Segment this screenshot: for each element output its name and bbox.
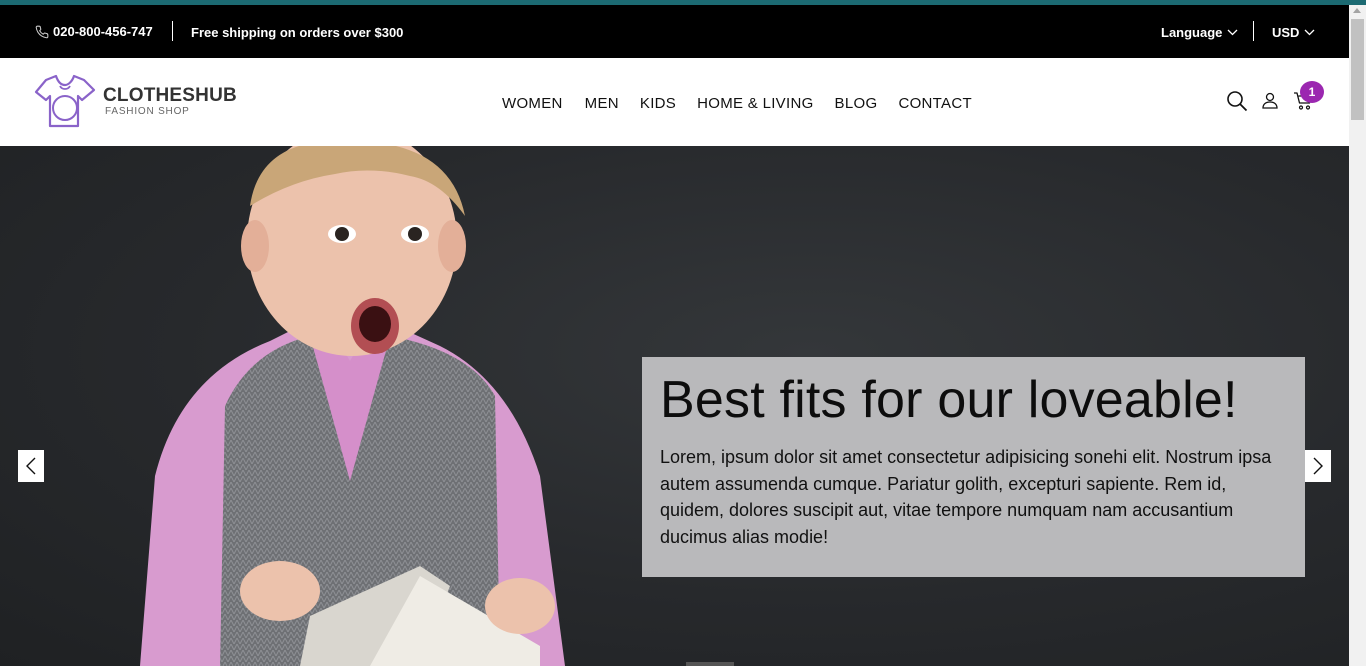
slider-prev-button[interactable] [18, 450, 44, 482]
divider [172, 21, 173, 41]
menu-item-home-living[interactable]: HOME & LIVING [697, 95, 813, 112]
divider [1253, 21, 1254, 41]
slider-next-button[interactable] [1305, 450, 1331, 482]
chevron-down-icon [1227, 29, 1238, 36]
top-bar: 020-800-456-747 Free shipping on orders … [0, 5, 1349, 58]
hero-text: Lorem, ipsum dolor sit amet consectetur … [660, 447, 1272, 547]
tshirt-logo-icon [34, 74, 96, 128]
logo-name: CLOTHESHUB [103, 85, 237, 106]
logo-subtitle: FASHION SHOP [105, 106, 190, 117]
chevron-right-icon [1313, 457, 1323, 475]
language-label: Language [1161, 25, 1223, 40]
menu-item-contact[interactable]: CONTACT [898, 95, 971, 112]
hero-caption: Best fits for our loveable! Lorem, ipsum… [642, 357, 1305, 577]
currency-dropdown[interactable]: USD [1272, 25, 1315, 40]
menu-item-kids[interactable]: KIDS [640, 95, 676, 112]
menu-item-blog[interactable]: BLOG [835, 95, 878, 112]
scrollbar-thumb[interactable] [1351, 19, 1364, 120]
shipping-notice: Free shipping on orders over $300 [191, 25, 404, 40]
phone-number: 020-800-456-747 [53, 24, 153, 39]
slider-indicator[interactable] [686, 662, 734, 666]
chevron-left-icon [26, 457, 36, 475]
menu-item-men[interactable]: MEN [585, 95, 619, 112]
search-icon[interactable] [1226, 90, 1248, 112]
logo[interactable]: CLOTHESHUB FASHION SHOP [34, 74, 237, 130]
currency-label: USD [1272, 25, 1300, 40]
user-icon[interactable] [1262, 92, 1278, 109]
chevron-down-icon [1304, 29, 1315, 36]
phone-contact[interactable]: 020-800-456-747 [35, 24, 153, 39]
language-dropdown[interactable]: Language [1161, 25, 1238, 40]
scroll-up-arrow-icon[interactable] [1353, 8, 1361, 13]
main-menu: WOMEN MEN KIDS HOME & LIVING BLOG CONTAC… [502, 95, 972, 112]
hero-title: Best fits for our loveable! [660, 371, 1238, 429]
cart-count-badge: 1 [1300, 81, 1324, 103]
main-header: CLOTHESHUB FASHION SHOP WOMEN MEN KIDS H… [0, 58, 1349, 146]
phone-icon [35, 25, 49, 38]
hero-slider: Best fits for our loveable! Lorem, ipsum… [0, 146, 1349, 666]
page: 020-800-456-747 Free shipping on orders … [0, 0, 1366, 666]
menu-item-women[interactable]: WOMEN [502, 95, 563, 112]
hero-image [140, 146, 565, 666]
page-scrollbar[interactable] [1349, 5, 1366, 666]
